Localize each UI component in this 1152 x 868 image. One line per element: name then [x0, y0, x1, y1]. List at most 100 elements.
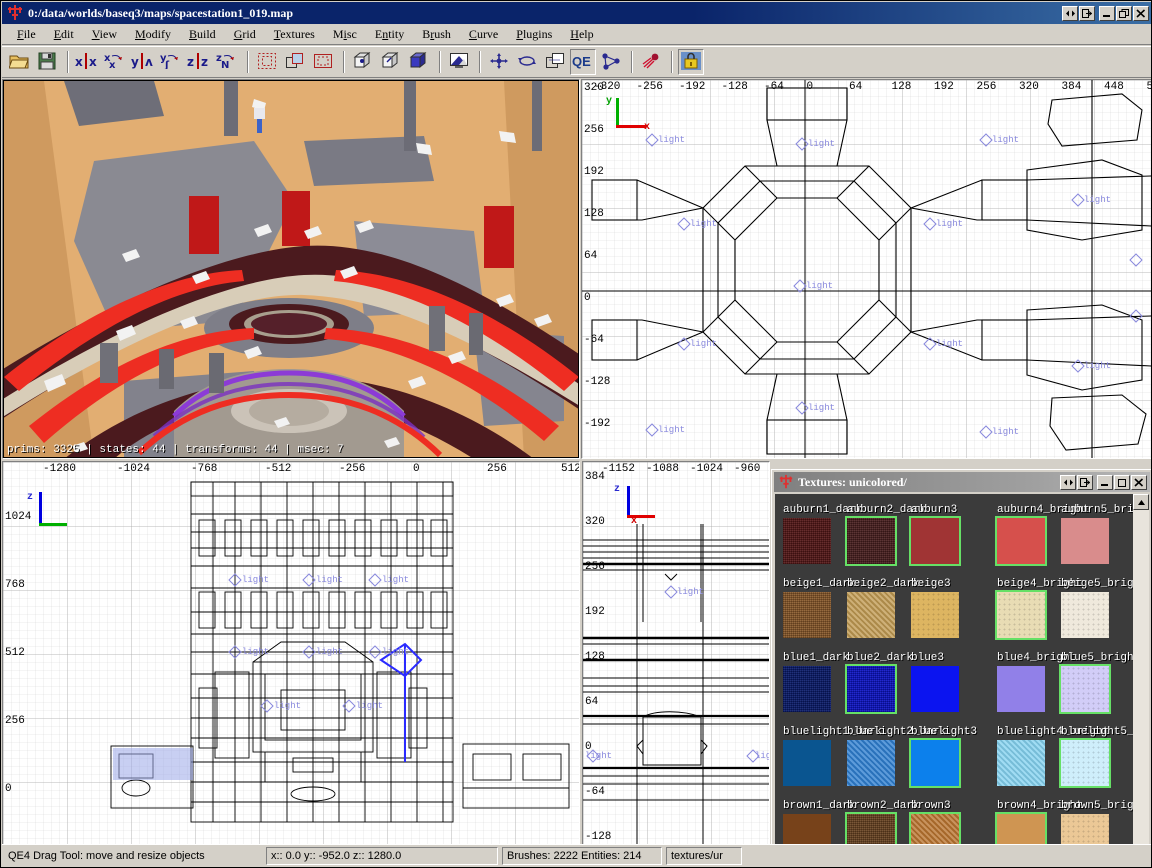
select-touching-button[interactable]: [282, 49, 308, 75]
scrollbar-track[interactable]: [1133, 510, 1149, 847]
menu-build[interactable]: Build: [180, 25, 225, 44]
entity-label: light: [936, 219, 964, 229]
flip-y-button[interactable]: yʌ: [130, 49, 156, 75]
texture-swatch[interactable]: [909, 516, 961, 566]
camera-view[interactable]: prims: 3325 | states: 44 | transforms: 4…: [2, 79, 580, 459]
x-axis-tick: -256: [636, 81, 663, 93]
texture-swatch[interactable]: [845, 664, 897, 714]
x-axis-tick: -192: [679, 81, 706, 93]
texture-name-label: blue5_bright: [1061, 652, 1135, 664]
texture-view-button[interactable]: [446, 49, 472, 75]
entity-label: light: [242, 647, 270, 657]
texture-swatch[interactable]: [909, 738, 961, 788]
clipper-button[interactable]: [486, 49, 512, 75]
texture-swatch[interactable]: [783, 740, 831, 786]
restore-button[interactable]: [1116, 5, 1132, 21]
entity-label: light: [755, 751, 769, 761]
rotate-free-button[interactable]: [514, 49, 540, 75]
texture-swatch[interactable]: [847, 592, 895, 638]
scale-button[interactable]: [542, 49, 568, 75]
menu-curve[interactable]: Curve: [460, 25, 507, 44]
shade-button[interactable]: [1060, 474, 1076, 490]
make-detail-button[interactable]: [638, 49, 664, 75]
xy-grid-surface[interactable]: light light light light light light ligh…: [582, 80, 1151, 458]
texture-swatch[interactable]: [783, 518, 831, 564]
qe-tool-button[interactable]: QE: [570, 49, 596, 75]
flip-y-icon: yʌ: [131, 52, 155, 72]
menu-entity[interactable]: Entity: [366, 25, 413, 44]
cube-hollow-icon: [409, 51, 429, 73]
close-button[interactable]: [1133, 5, 1149, 21]
flip-x-button[interactable]: xx: [74, 49, 100, 75]
x-axis-tick: 448: [1104, 81, 1124, 93]
hollow-button[interactable]: [406, 49, 432, 75]
shade-button[interactable]: [1062, 5, 1078, 21]
menu-modify[interactable]: Modify: [126, 25, 180, 44]
lock-texture-button[interactable]: [678, 49, 704, 75]
xz-front-view[interactable]: light light light light light light ligh…: [2, 461, 580, 845]
texture-swatch[interactable]: [1061, 814, 1109, 847]
menu-grid[interactable]: Grid: [225, 25, 265, 44]
texture-swatch[interactable]: [911, 666, 959, 712]
minimize-button[interactable]: [1099, 5, 1115, 21]
texture-swatch[interactable]: [847, 740, 895, 786]
rotate-y-icon: yʃ: [159, 52, 183, 72]
detach-button[interactable]: [1077, 474, 1093, 490]
restore-button[interactable]: [1114, 474, 1130, 490]
complete-tall-button[interactable]: [254, 49, 280, 75]
scroll-up-button[interactable]: [1133, 494, 1149, 510]
texture-swatch[interactable]: [997, 740, 1045, 786]
detach-button[interactable]: [1079, 5, 1095, 21]
xy-top-view[interactable]: light light light light light light ligh…: [581, 79, 1151, 459]
csg-subtract-button[interactable]: [350, 49, 376, 75]
texture-swatch[interactable]: [1061, 592, 1109, 638]
menu-textures[interactable]: Textures: [265, 25, 324, 44]
texture-swatch[interactable]: [845, 812, 897, 847]
camera-render-surface[interactable]: [4, 81, 578, 457]
texture-swatch[interactable]: [1059, 664, 1111, 714]
menu-help[interactable]: Help: [561, 25, 602, 44]
texture-swatch[interactable]: [1059, 738, 1111, 788]
texture-swatch[interactable]: [1061, 518, 1109, 564]
open-map-button[interactable]: [6, 49, 32, 75]
entity-label: light: [690, 339, 718, 349]
texture-name-label: blue2_dark: [847, 652, 914, 664]
minimize-button[interactable]: [1097, 474, 1113, 490]
texture-swatch[interactable]: [997, 666, 1045, 712]
texture-swatch[interactable]: [783, 666, 831, 712]
texture-name-label: auburn3: [911, 504, 958, 516]
texture-swatch[interactable]: [995, 590, 1047, 640]
xz-grid-surface[interactable]: light light light light light light ligh…: [3, 462, 579, 844]
rotate-y-button[interactable]: yʃ: [158, 49, 184, 75]
texture-swatch[interactable]: [783, 592, 831, 638]
texture-swatch[interactable]: [845, 516, 897, 566]
select-partial-tall-button[interactable]: [310, 49, 336, 75]
texture-scrollbar[interactable]: [1133, 494, 1149, 847]
menu-plugins[interactable]: Plugins: [507, 25, 561, 44]
menu-view[interactable]: View: [83, 25, 126, 44]
texture-swatch[interactable]: [995, 516, 1047, 566]
rotate-z-button[interactable]: zN: [214, 49, 240, 75]
window-title: 0:/data/worlds/baseq3/maps/spacestation1…: [28, 5, 294, 20]
padlock-icon: [681, 51, 701, 73]
texture-window[interactable]: Textures: unicolored/ auburn1_dark aubur…: [771, 469, 1151, 849]
menu-brush[interactable]: Brush: [413, 25, 460, 44]
entity-label: light: [242, 575, 270, 585]
texture-swatch[interactable]: [911, 592, 959, 638]
yz-side-view[interactable]: light light light z x -1152 -1088 -1024 -96…: [582, 461, 770, 845]
close-button[interactable]: [1131, 474, 1147, 490]
texture-swatch[interactable]: [783, 814, 831, 847]
texture-browser-canvas[interactable]: auburn1_dark auburn2_dark auburn3 auburn4_b…: [775, 494, 1135, 847]
menu-edit[interactable]: Edit: [45, 25, 83, 44]
rotate-x-button[interactable]: xx: [102, 49, 128, 75]
menu-misc[interactable]: Misc: [324, 25, 366, 44]
save-map-button[interactable]: [34, 49, 60, 75]
status-coords: x:: 0.0 y:: -952.0 z:: 1280.0: [266, 846, 498, 865]
csg-merge-button[interactable]: [378, 49, 404, 75]
texture-swatch[interactable]: [909, 812, 961, 847]
yz-grid-surface[interactable]: light light light z x: [583, 462, 769, 844]
texture-swatch[interactable]: [995, 812, 1047, 847]
flip-z-button[interactable]: zz: [186, 49, 212, 75]
connect-entities-button[interactable]: [598, 49, 624, 75]
menu-file[interactable]: File: [8, 25, 45, 44]
